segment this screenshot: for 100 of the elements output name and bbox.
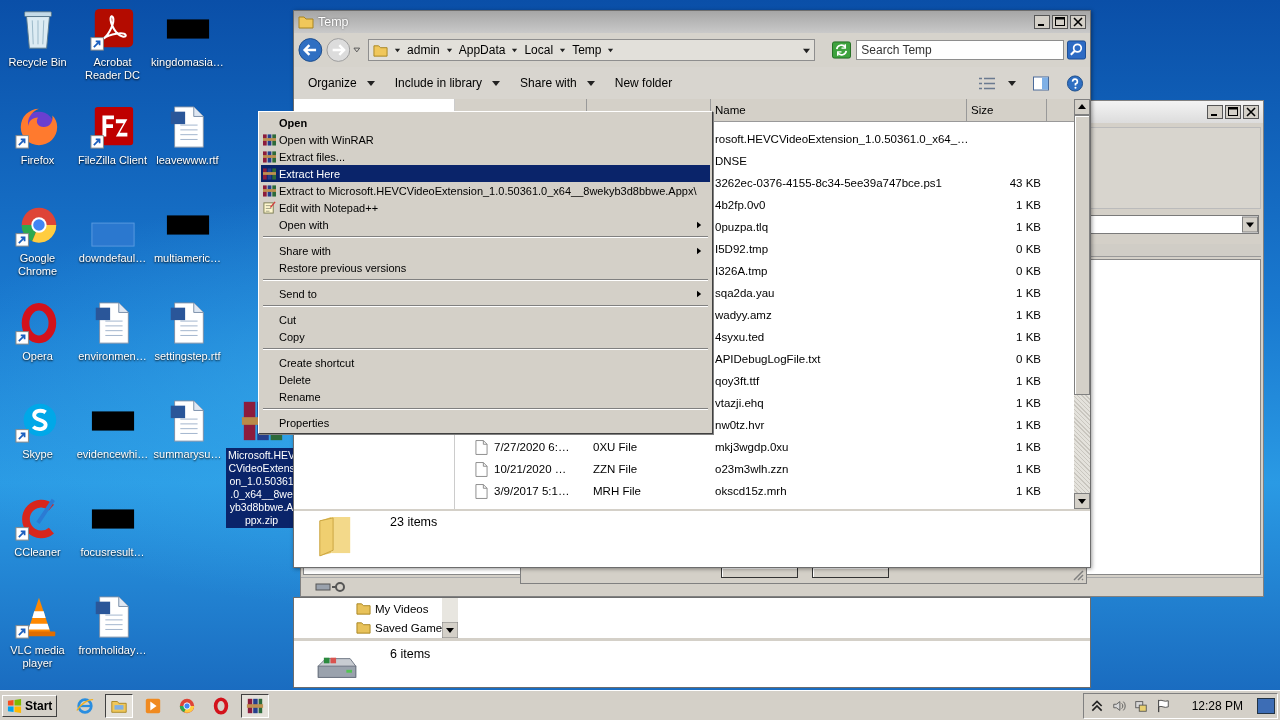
minimize-button[interactable] bbox=[1034, 15, 1050, 29]
menu-item[interactable]: Create shortcut bbox=[261, 354, 710, 371]
file-name[interactable]: 4b2fp.0v0 bbox=[715, 199, 766, 211]
icon-label: CCleaner bbox=[14, 546, 61, 559]
menu-item[interactable]: Restore previous versions bbox=[261, 259, 710, 276]
menu-item[interactable]: Extract files... bbox=[261, 148, 710, 165]
resize-grip-icon[interactable] bbox=[1072, 569, 1084, 581]
file-name[interactable]: wadyy.amz bbox=[715, 309, 772, 321]
toolbar-button[interactable]: New folder bbox=[606, 73, 681, 93]
menu-item[interactable]: Copy bbox=[261, 328, 710, 345]
taskbar-button[interactable] bbox=[105, 693, 134, 718]
caret-icon[interactable] bbox=[445, 46, 453, 54]
menu-item[interactable]: Extract Here bbox=[261, 165, 710, 182]
chevron-up-icon[interactable] bbox=[1089, 698, 1104, 713]
logo-icon[interactable] bbox=[89, 104, 136, 150]
breadcrumb-item[interactable]: Temp bbox=[572, 43, 602, 57]
scroll-up-icon[interactable] bbox=[1074, 99, 1090, 115]
scrollbar[interactable] bbox=[1074, 99, 1090, 509]
show-desktop-button[interactable] bbox=[1257, 697, 1275, 714]
search-field[interactable]: Search Temp bbox=[856, 40, 1064, 60]
flag-icon[interactable] bbox=[1155, 698, 1170, 713]
ring-logo-icon[interactable] bbox=[212, 696, 231, 715]
circle-logo-icon[interactable] bbox=[178, 696, 197, 715]
file-name[interactable]: I326A.tmp bbox=[715, 265, 768, 277]
network-icon[interactable] bbox=[1133, 698, 1148, 713]
clock[interactable]: 12:28 PM bbox=[1191, 698, 1243, 713]
icon-label: Recycle Bin bbox=[8, 56, 67, 69]
menu-item[interactable]: Edit with Notepad++ bbox=[261, 199, 710, 216]
file-name[interactable]: mkj3wgdp.0xu bbox=[715, 441, 789, 453]
minimize-button[interactable] bbox=[1207, 105, 1223, 119]
menu-item[interactable]: Rename bbox=[261, 388, 710, 405]
help-icon[interactable] bbox=[1066, 74, 1084, 92]
menu-item[interactable]: Properties bbox=[261, 414, 710, 431]
folder-icon bbox=[298, 14, 314, 30]
file-name[interactable]: o23m3wlh.zzn bbox=[715, 463, 789, 475]
file-name[interactable]: qoy3ft.ttf bbox=[715, 375, 760, 387]
icon-label: VLC media player bbox=[10, 644, 65, 670]
speaker-icon[interactable] bbox=[1111, 698, 1126, 713]
refresh-button[interactable] bbox=[832, 41, 852, 59]
maximize-button[interactable] bbox=[1225, 105, 1241, 119]
nav-item[interactable]: Saved Game bbox=[375, 621, 443, 634]
icon-label: leavewww.rtf bbox=[156, 154, 219, 167]
file-name[interactable]: 3262ec-0376-4155-8c34-5ee39a747bce.ps1 bbox=[715, 177, 942, 189]
breadcrumb-item[interactable]: admin bbox=[407, 43, 440, 57]
icon-label: Google Chrome bbox=[17, 252, 58, 278]
scroll-down-icon[interactable] bbox=[1074, 493, 1090, 509]
caret-icon[interactable] bbox=[559, 46, 567, 54]
scroll-down-icon[interactable] bbox=[442, 622, 459, 638]
maximize-button[interactable] bbox=[1052, 15, 1068, 29]
file-icon bbox=[475, 461, 488, 477]
file-name[interactable]: rosoft.HEVCVideoExtension_1.0.50361.0_x64_… bbox=[715, 133, 969, 145]
breadcrumb-item[interactable]: Local bbox=[524, 43, 554, 57]
table-cell: 10/21/2020 … bbox=[494, 463, 567, 475]
logo-icon[interactable] bbox=[89, 6, 136, 52]
scrollbar[interactable] bbox=[442, 598, 459, 638]
book-stack-icon bbox=[262, 133, 276, 146]
file-name[interactable]: 4syxu.ted bbox=[715, 331, 765, 343]
column-header[interactable]: Size bbox=[967, 99, 1047, 121]
menu-item[interactable]: Open bbox=[261, 114, 710, 131]
menu-item[interactable]: Send to bbox=[261, 285, 710, 302]
dialog-button[interactable] bbox=[812, 568, 889, 578]
toolbar-button[interactable]: Organize bbox=[300, 73, 383, 93]
caret-icon[interactable] bbox=[607, 46, 615, 54]
table-cell: 0 KB bbox=[1016, 265, 1041, 277]
menu-item[interactable]: Delete bbox=[261, 371, 710, 388]
file-name[interactable]: vtazji.ehq bbox=[715, 397, 764, 409]
close-button[interactable] bbox=[1070, 15, 1086, 29]
file-name[interactable]: 0puzpa.tlq bbox=[715, 221, 769, 233]
preview-pane-icon[interactable] bbox=[1032, 74, 1050, 92]
close-button[interactable] bbox=[1243, 105, 1259, 119]
file-name[interactable]: okscd15z.mrh bbox=[715, 485, 787, 497]
menu-item[interactable]: Open with bbox=[261, 216, 710, 233]
menu-item[interactable]: Open with WinRAR bbox=[261, 131, 710, 148]
file-name[interactable]: I5D92.tmp bbox=[715, 243, 769, 255]
start-button[interactable]: Start bbox=[2, 694, 58, 717]
caret-icon[interactable] bbox=[511, 46, 519, 54]
caret-icon[interactable] bbox=[1008, 79, 1016, 87]
file-name[interactable]: APIDebugLogFile.txt bbox=[715, 353, 821, 365]
book-stack-icon[interactable] bbox=[246, 696, 265, 715]
dialog-button[interactable] bbox=[721, 568, 798, 578]
table-cell: MRH File bbox=[593, 485, 641, 497]
search-button[interactable] bbox=[1067, 40, 1086, 60]
taskbar-button[interactable] bbox=[241, 693, 270, 718]
toolbar-button[interactable]: Share with bbox=[512, 73, 603, 93]
table-cell: 1 KB bbox=[1016, 287, 1041, 299]
menu-item[interactable]: Share with bbox=[261, 242, 710, 259]
address-bar[interactable]: admin AppData Local Temp bbox=[368, 39, 816, 61]
menu-item[interactable]: Extract to Microsoft.HEVCVideoExtension_1.0.50361.0_x64__8wekyb3d8bbwe.Appx\ bbox=[261, 182, 710, 199]
nav-item[interactable]: My Videos bbox=[375, 602, 429, 615]
folder-icon bbox=[373, 42, 389, 58]
scroll-thumb[interactable] bbox=[1074, 115, 1090, 395]
file-name[interactable]: DNSE bbox=[715, 155, 747, 167]
dropdown-icon[interactable] bbox=[803, 46, 811, 54]
breadcrumb-item[interactable]: AppData bbox=[458, 43, 506, 57]
file-name[interactable]: sqa2da.yau bbox=[715, 287, 775, 299]
file-name[interactable]: nw0tz.hvr bbox=[715, 419, 765, 431]
toolbar-button[interactable]: Include in library bbox=[386, 73, 509, 93]
back-button[interactable] bbox=[298, 37, 323, 63]
menu-item[interactable]: Cut bbox=[261, 311, 710, 328]
caret-icon[interactable] bbox=[394, 46, 402, 54]
